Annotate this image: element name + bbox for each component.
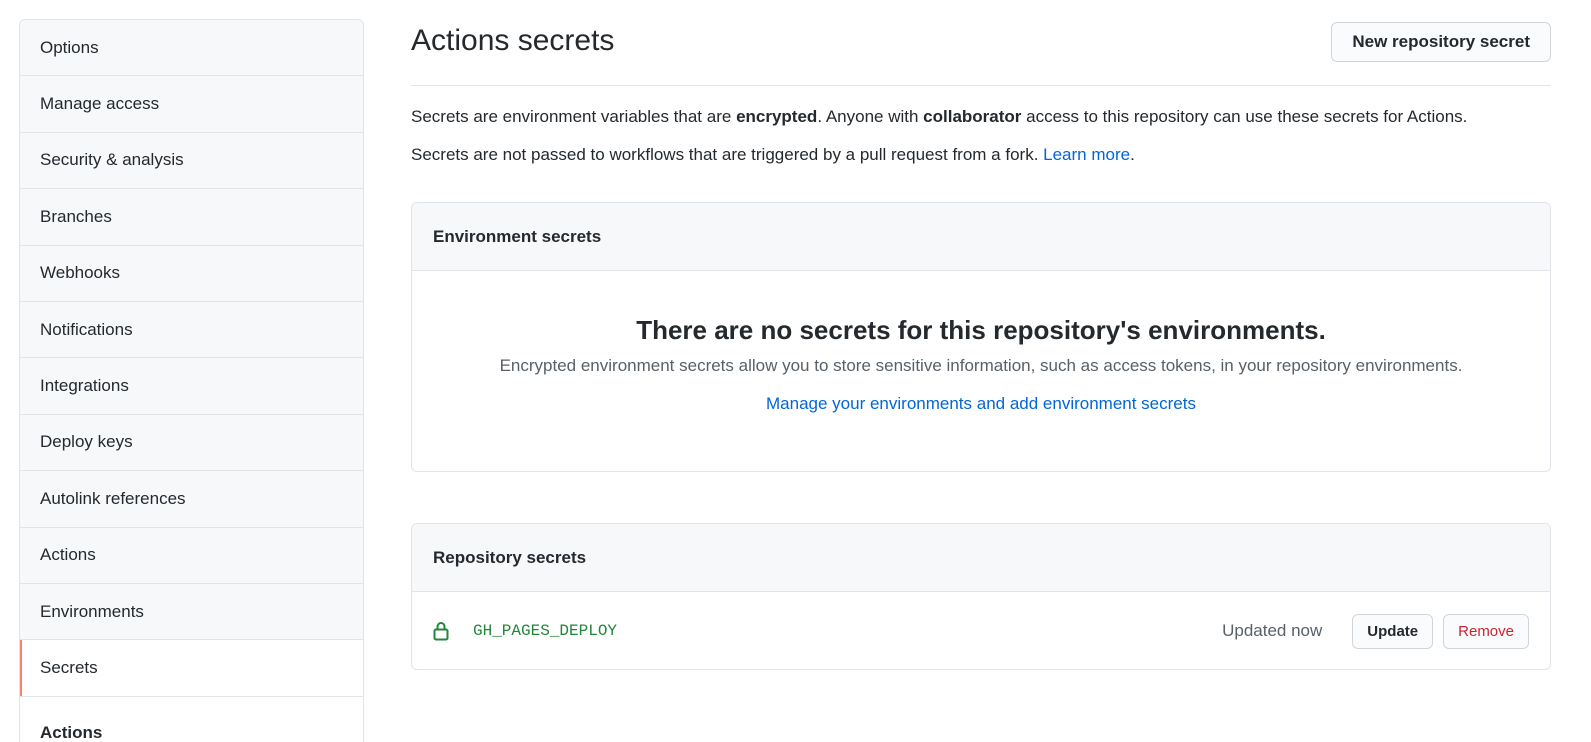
sidebar-item-label: Deploy keys <box>40 432 133 452</box>
blankslate-text: Encrypted environment secrets allow you … <box>499 356 1463 375</box>
remove-secret-button[interactable]: Remove <box>1443 613 1529 649</box>
page-header: Actions secrets New repository secret <box>411 0 1551 86</box>
main-content: Actions secrets New repository secret Se… <box>411 0 1551 670</box>
description-text: Secrets are not passed to workflows that… <box>411 145 1044 164</box>
environment-secrets-heading: Environment secrets <box>412 203 1550 271</box>
environment-secrets-box: Environment secrets There are no secrets… <box>411 202 1551 472</box>
page-title: Actions secrets <box>411 24 615 57</box>
description-text: . <box>1130 145 1135 164</box>
sidebar-item-label: Secrets <box>40 657 98 677</box>
sidebar-item-label: Integrations <box>40 376 129 396</box>
sidebar-item-label: Webhooks <box>40 263 121 283</box>
sidebar-item-label: Environments <box>40 601 144 621</box>
learn-more-link[interactable]: Learn more <box>1043 145 1130 164</box>
sidebar-item-secrets[interactable]: Secrets <box>20 640 363 697</box>
manage-environments-link[interactable]: Manage your environments and add environ… <box>766 394 1196 413</box>
secret-name: GH_PAGES_DEPLOY <box>473 622 618 640</box>
environment-secrets-blankslate: There are no secrets for this repository… <box>412 271 1550 414</box>
sidebar-item-deploy-keys[interactable]: Deploy keys <box>20 414 363 472</box>
sidebar-item-autolink-references[interactable]: Autolink references <box>20 471 363 528</box>
sidebar-item-notifications[interactable]: Notifications <box>20 301 363 359</box>
update-secret-button[interactable]: Update <box>1352 613 1434 649</box>
sidebar-item-environments[interactable]: Environments <box>20 583 363 641</box>
sidebar-item-label: Options <box>40 37 99 57</box>
secrets-description: Secrets are environment variables that a… <box>411 107 1467 127</box>
description-text: access to this repository can use these … <box>1021 107 1468 126</box>
sidebar-item-label: Manage access <box>40 94 160 114</box>
new-repository-secret-button[interactable]: New repository secret <box>1331 22 1551 62</box>
sidebar-item-label: Autolink references <box>40 488 186 508</box>
secret-actions: Updated now Update Remove <box>1222 592 1529 669</box>
fork-description: Secrets are not passed to workflows that… <box>411 145 1135 165</box>
sidebar-item-branches[interactable]: Branches <box>20 189 363 246</box>
sidebar-item-options[interactable]: Options <box>20 20 363 77</box>
description-text: Secrets are environment variables that a… <box>411 107 737 126</box>
secret-row: GH_PAGES_DEPLOY Updated now Update Remov… <box>412 592 1550 669</box>
description-emphasis: collaborator <box>923 107 1022 126</box>
sidebar-item-label: Actions <box>40 545 96 565</box>
repository-secrets-box: Repository secrets GH_PAGES_DEPLOY Updat… <box>411 523 1551 670</box>
description-text: . Anyone with <box>817 107 924 126</box>
sidebar-item-security-analysis[interactable]: Security & analysis <box>20 132 363 190</box>
sidebar-item-actions[interactable]: Actions <box>20 527 363 584</box>
sidebar-item-webhooks[interactable]: Webhooks <box>20 245 363 302</box>
sidebar-item-integrations[interactable]: Integrations <box>20 358 363 415</box>
secret-updated-time: Updated now <box>1222 621 1323 640</box>
sidebar-item-label: Branches <box>40 206 112 226</box>
sidebar-item-label: Actions <box>40 722 103 742</box>
description-emphasis: encrypted <box>736 107 818 126</box>
lock-icon <box>433 620 451 642</box>
sidebar-item-label: Notifications <box>40 319 133 339</box>
settings-sidebar: Options Manage access Security & analysi… <box>19 19 364 742</box>
blankslate-title: There are no secrets for this repository… <box>636 315 1326 345</box>
sidebar-item-label: Security & analysis <box>40 150 184 170</box>
sidebar-subheading-actions[interactable]: Actions <box>20 696 363 742</box>
sidebar-item-manage-access[interactable]: Manage access <box>20 76 363 133</box>
repository-secrets-heading: Repository secrets <box>412 524 1550 592</box>
